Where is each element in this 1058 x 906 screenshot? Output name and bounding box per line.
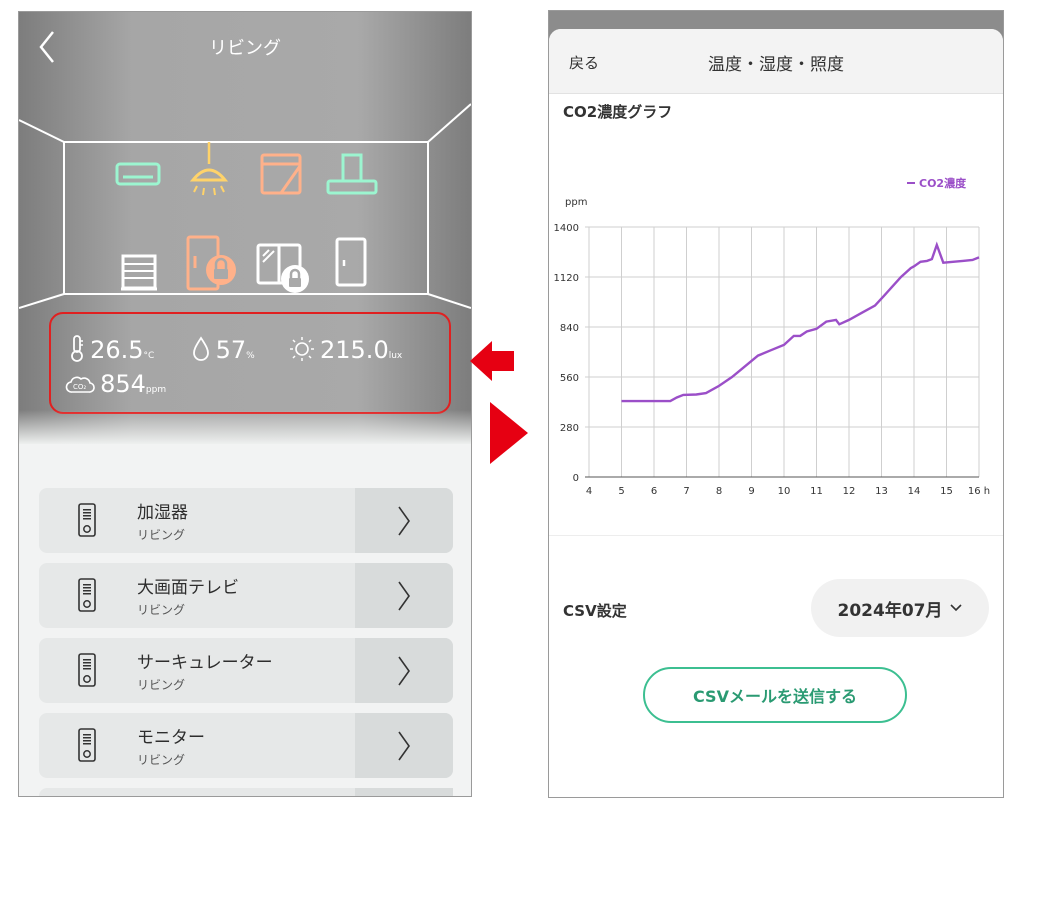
device-list: 加湿器 リビング 大画面テレビ リビング サーキュレーター リビング モニター	[39, 488, 453, 788]
device-card-humidifier[interactable]: 加湿器 リビング	[39, 488, 453, 553]
ceiling-light-icon[interactable]	[189, 142, 229, 200]
y-tick-label: 840	[560, 323, 579, 334]
sensor-detail-screen: 戻る 温度・湿度・照度 CO2濃度グラフ 0 280 560 840 1120 1400 …	[548, 10, 1004, 798]
y-tick-label: 1120	[554, 273, 579, 284]
co2-unit: ppm	[145, 385, 167, 395]
y-tick-label: 280	[560, 423, 579, 434]
remote-control-icon	[78, 653, 96, 687]
device-name: 加湿器	[137, 503, 188, 523]
month-select[interactable]: 2024年07月	[811, 579, 989, 637]
window-lock-icon[interactable]	[255, 242, 311, 294]
x-tick-label: 6	[651, 486, 657, 497]
y-tick-label: 560	[560, 373, 579, 384]
room-visualization: リビング 26.5°C 57% 215.0lux CO₂ 854ppm	[19, 12, 471, 444]
device-open-button[interactable]	[355, 563, 453, 628]
droplet-icon	[191, 336, 211, 366]
page-title: 温度・湿度・照度	[708, 55, 844, 75]
device-room: リビング	[137, 528, 186, 542]
chevron-right-icon	[398, 656, 410, 685]
x-tick-label: 12	[843, 486, 856, 497]
x-tick-label: 14	[908, 486, 921, 497]
refrigerator-icon[interactable]	[333, 236, 369, 288]
device-open-button[interactable]	[355, 713, 453, 778]
x-tick-label: 13	[875, 486, 888, 497]
svg-text:CO₂: CO₂	[73, 383, 86, 391]
thermometer-icon	[69, 334, 85, 366]
send-csv-email-button[interactable]: CSVメールを送信する	[643, 667, 907, 723]
x-tick-label: 10	[778, 486, 791, 497]
csv-settings-label: CSV設定	[563, 602, 627, 620]
sensor-row-2: CO₂ 854ppm	[65, 370, 166, 400]
sensor-readings-highlight: 26.5°C 57% 215.0lux CO₂ 854ppm	[49, 312, 451, 414]
room-screen: リビング 26.5°C 57% 215.0lux CO₂ 854ppm 加湿器 …	[18, 11, 472, 797]
device-name: サーキュレーター	[137, 653, 273, 673]
remote-control-icon	[78, 578, 96, 612]
x-tick-label: 8	[716, 486, 722, 497]
device-name: 大画面テレビ	[137, 578, 239, 598]
y-axis-label: ppm	[565, 197, 587, 208]
device-room: リビング	[137, 603, 186, 617]
room-title: リビング	[209, 38, 281, 59]
humidity-value: 57	[215, 336, 247, 364]
y-tick-label: 0	[573, 473, 579, 484]
arrow-left-icon	[470, 341, 514, 381]
chevron-right-icon	[398, 731, 410, 760]
co2-line-chart: 0 280 560 840 1120 1400 4 5 6 7 8 9 10 11 12 13 14 15 16 …	[554, 176, 991, 497]
sun-icon	[289, 336, 315, 366]
temperature-value: 26.5	[90, 336, 144, 364]
door-lock-icon[interactable]	[185, 234, 239, 292]
co2-value: 854	[100, 370, 146, 398]
illuminance-unit: lux	[388, 351, 403, 361]
temperature-unit: °C	[143, 351, 155, 361]
device-open-button[interactable]	[355, 638, 453, 703]
x-tick-label: 16 h	[968, 486, 990, 497]
month-select-value: 2024年07月	[837, 600, 943, 621]
remote-control-icon	[78, 728, 96, 762]
section-divider	[549, 535, 1003, 536]
co2-cloud-icon: CO₂	[65, 374, 95, 400]
detail-sheet: 戻る 温度・湿度・照度 CO2濃度グラフ 0 280 560 840 1120 1400 …	[549, 29, 1003, 797]
range-hood-icon[interactable]	[325, 152, 379, 198]
x-tick-label: 11	[810, 486, 823, 497]
humidity-unit: %	[246, 351, 255, 361]
remote-control-icon	[78, 503, 96, 537]
device-card-partial[interactable]	[39, 788, 453, 796]
chevron-right-icon	[398, 506, 410, 535]
chevron-down-icon	[950, 604, 963, 612]
x-tick-label: 9	[748, 486, 754, 497]
device-open-button[interactable]	[355, 488, 453, 553]
x-tick-label: 5	[618, 486, 624, 497]
chevron-right-icon	[398, 581, 410, 610]
device-room: リビング	[137, 678, 186, 692]
curtain-window-icon[interactable]	[259, 152, 303, 196]
device-card-circulator[interactable]: サーキュレーター リビング	[39, 638, 453, 703]
sheet-header: 戻る 温度・湿度・照度	[549, 29, 1003, 94]
arrow-right-icon	[490, 402, 528, 464]
series-line-co2	[621, 241, 980, 403]
device-card-tv[interactable]: 大画面テレビ リビング	[39, 563, 453, 628]
air-conditioner-icon[interactable]	[115, 162, 161, 186]
shutter-icon[interactable]	[119, 252, 159, 292]
illuminance-value: 215.0	[320, 336, 389, 364]
x-tick-label: 4	[586, 486, 592, 497]
chart-title: CO2濃度グラフ	[563, 103, 673, 121]
x-tick-label: 15	[940, 486, 953, 497]
x-tick-label: 7	[683, 486, 689, 497]
device-name: モニター	[137, 728, 205, 748]
y-tick-label: 1400	[554, 223, 579, 234]
legend-label: CO2濃度	[919, 176, 967, 190]
device-room: リビング	[137, 753, 186, 767]
device-card-monitor[interactable]: モニター リビング	[39, 713, 453, 778]
sensor-row-1: 26.5°C 57% 215.0lux	[69, 334, 402, 366]
